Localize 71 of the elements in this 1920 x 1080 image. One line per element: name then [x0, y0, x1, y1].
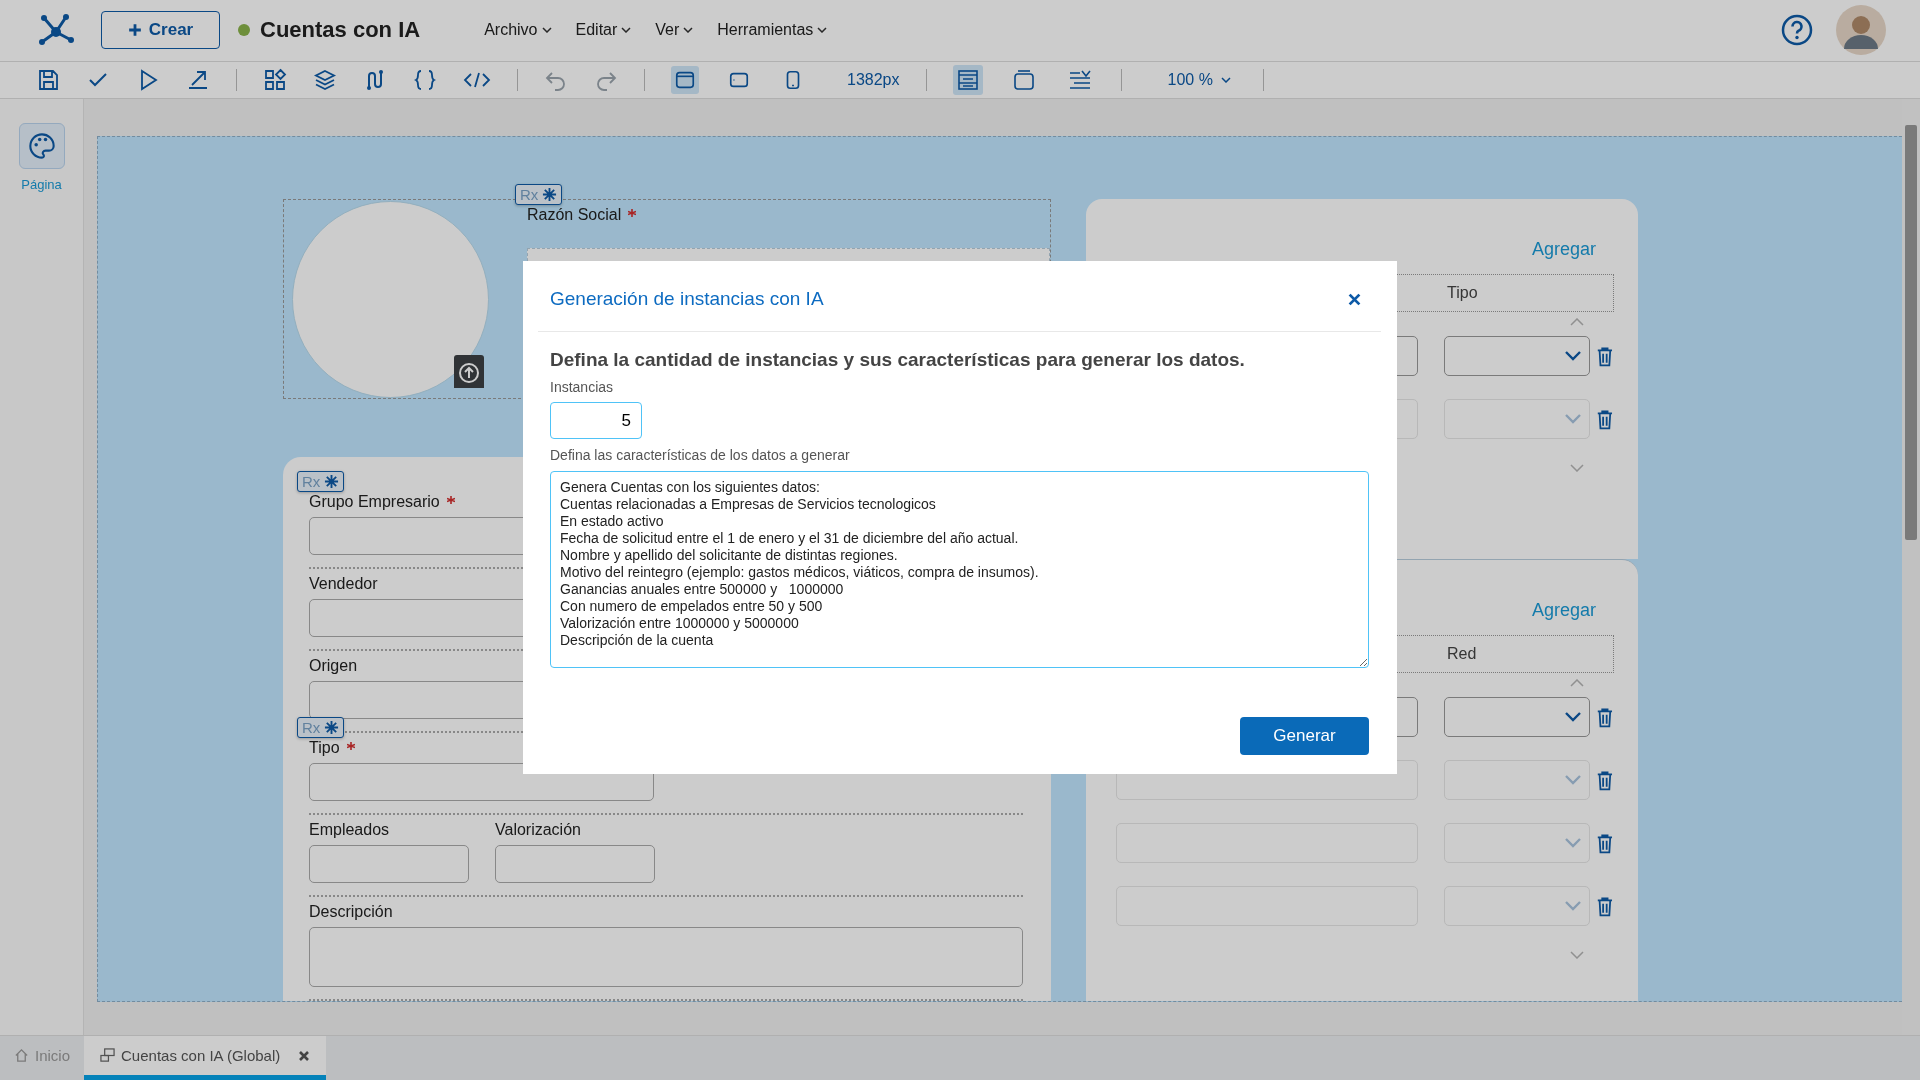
help-icon[interactable]	[1781, 14, 1813, 47]
close-icon[interactable]	[1348, 292, 1361, 306]
asterisk-icon	[324, 720, 340, 736]
trash-icon[interactable]	[1596, 345, 1614, 367]
chevron-down-icon	[541, 27, 552, 34]
field-label: Razón Social	[527, 206, 622, 225]
field-label: Instancias	[550, 379, 615, 395]
layout-button[interactable]	[952, 65, 983, 96]
dropdown-field[interactable]	[1443, 697, 1591, 738]
tab[interactable]: Cuentas con IA (Global)	[84, 1036, 327, 1080]
trash-icon[interactable]	[1596, 408, 1614, 430]
status-dot-icon	[238, 24, 250, 37]
desktop-view-button[interactable]	[671, 66, 699, 95]
column-header: Red	[1447, 645, 1477, 664]
instances-field[interactable]: 5	[550, 402, 642, 439]
upload-icon[interactable]	[454, 352, 484, 389]
avatar[interactable]	[1836, 5, 1886, 56]
chevron-down-icon	[1565, 351, 1582, 362]
dialog-title: Generación de instancias con IA	[550, 288, 824, 310]
dropdown-field[interactable]	[1443, 336, 1591, 377]
input-field[interactable]	[495, 845, 655, 884]
chevron-down-icon	[1220, 77, 1231, 84]
asterisk-icon	[542, 187, 558, 203]
page-label: Página	[21, 177, 62, 193]
trash-icon[interactable]	[1596, 706, 1614, 728]
plus-icon	[127, 23, 142, 38]
field-label: Descripción	[309, 903, 393, 922]
field-label: Defina las características de los datos a generar	[550, 447, 851, 463]
width-label: 1382px	[847, 71, 900, 90]
trash-icon[interactable]	[1596, 895, 1614, 917]
field-label: Origen	[309, 657, 358, 676]
home-icon	[14, 1048, 29, 1064]
trash-icon[interactable]	[1596, 769, 1614, 791]
braces-icon[interactable]	[413, 68, 437, 93]
prompt-field[interactable]: Genera Cuentas con los siguientes datos: Cuentas relacionadas a Empresas de Servicios tecnologicos En estado activo Fecha de solicitud entre el 1 de enero y el 31 de diciembre del año actual. Nombre y apellido del solicitante de distintas regiones. Motivo del reintegro (ejemplo: gastos médicos, viáticos, compra de insumos). Ganancias anuales entre 500000 y 1000000 Con numero de empelados entre 50 y 500 Valorización entre 1000000 y 5000000 Descripción de la cuenta	[550, 471, 1369, 668]
menu-item[interactable]: Editar	[575, 21, 632, 40]
chevron-down-icon	[1565, 838, 1582, 849]
layers-icon[interactable]	[313, 68, 337, 93]
chevron-down-icon	[683, 27, 694, 34]
layout-icon	[955, 68, 980, 93]
dialog-heading: Defina la cantidad de instancias y sus características para generar los datos.	[550, 349, 1246, 371]
save-icon[interactable]	[36, 68, 60, 93]
app-title: Cuentas con IA	[260, 17, 421, 44]
generate-button[interactable]: Generar	[1240, 717, 1369, 755]
palette-icon	[27, 132, 56, 161]
zoom-dropdown[interactable]: 100 %	[1161, 70, 1237, 91]
chevron-down-icon	[621, 27, 632, 34]
close-icon[interactable]	[298, 1049, 311, 1062]
trash-icon[interactable]	[1596, 832, 1614, 854]
frame-icon	[1011, 68, 1036, 93]
field-label: Valorización	[495, 821, 581, 840]
field-label: Empleados	[309, 821, 390, 840]
chevron-down-icon	[1565, 775, 1582, 786]
menu-item[interactable]: Ver	[655, 21, 694, 40]
menu-item[interactable]: Archivo	[484, 21, 552, 40]
column-header: Tipo	[1447, 284, 1478, 303]
page-button[interactable]	[18, 123, 65, 170]
chevron-down-icon	[1565, 414, 1582, 425]
chevron-down-icon	[1565, 712, 1582, 723]
chevron-down-icon	[817, 27, 828, 34]
components-icon[interactable]	[263, 68, 287, 93]
form-icon	[100, 1048, 116, 1064]
chevron-down-icon	[1565, 901, 1582, 912]
input-field[interactable]	[309, 927, 1023, 988]
field-label: Grupo Empresario	[309, 493, 440, 512]
field-label: Vendedor	[309, 575, 378, 594]
create-button[interactable]: Crear	[101, 11, 220, 50]
menu-item[interactable]: Herramientas	[717, 21, 828, 40]
field-label: Tipo	[309, 739, 340, 758]
asterisk-icon	[324, 474, 340, 490]
input-field[interactable]	[309, 845, 469, 884]
